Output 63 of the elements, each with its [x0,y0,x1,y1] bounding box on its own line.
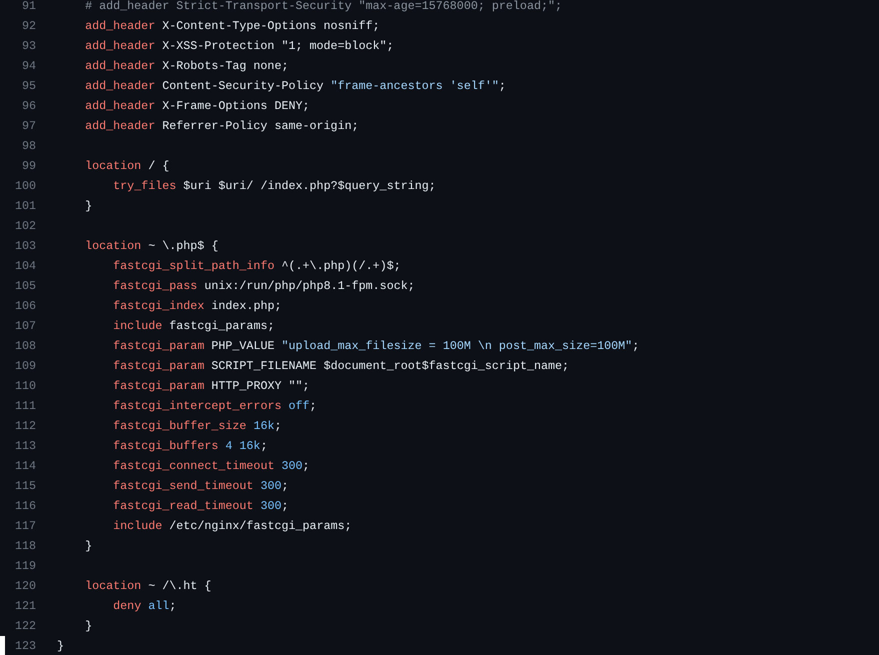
code-line: fastcgi_param HTTP_PROXY ""; [112,378,310,395]
code-line: location ~ /\.ht { [84,578,212,595]
line-number: 107 [14,318,36,335]
line-number: 103 [14,238,36,255]
line-number: 111 [14,398,36,415]
line-number: 117 [14,518,36,535]
line-number: 121 [14,598,36,615]
line-number: 96 [20,98,36,115]
line-number: 119 [14,558,36,575]
code-line: location ~ \.php$ { [84,238,218,255]
line-number: 94 [20,58,36,75]
code-line: fastcgi_split_path_info ^(.+\.php)(/.+)$; [112,258,401,275]
code-line: include fastcgi_params; [112,318,274,335]
code-line: fastcgi_param PHP_VALUE "upload_max_filesize = 100M \n post_max_size=100M"; [112,338,640,355]
line-number: 115 [14,478,36,495]
line-number: 112 [14,418,36,435]
line-number: 97 [20,118,36,135]
line-number: 92 [20,18,36,35]
code-line: fastcgi_buffer_size 16k; [112,418,282,435]
code-line: add_header X-Content-Type-Options nosniff; [84,18,380,35]
line-number: 100 [14,178,36,195]
line-number: 123 [14,638,36,655]
code-line: } [84,618,92,635]
line-number: 91 [20,0,36,15]
line-number: 93 [20,38,36,55]
code-line: deny all; [112,598,176,615]
code-line: add_header X-Frame-Options DENY; [84,98,310,115]
line-number: 101 [14,198,36,215]
line-number: 116 [14,498,36,515]
line-number: 104 [14,258,36,275]
code-line: # add_header Strict-Transport-Security "max-age=15768000; preload;"; [84,0,562,15]
line-number: 105 [14,278,36,295]
code-line: fastcgi_read_timeout 300; [112,498,289,515]
code-line: fastcgi_index index.php; [112,298,282,315]
code-line: fastcgi_param SCRIPT_FILENAME $document_root$fastcgi_script_name; [112,358,570,375]
code-line: location / { [84,158,170,175]
code-line: add_header Referrer-Policy same-origin; [84,118,359,135]
code-line: fastcgi_buffers 4 16k; [112,438,268,455]
code-line: } [84,198,92,215]
code-line: add_header X-Robots-Tag none; [84,58,288,75]
line-number: 95 [20,78,36,95]
line-number: 120 [14,578,36,595]
line-number: 118 [14,538,36,555]
code-line: fastcgi_connect_timeout 300; [112,458,310,475]
code-line: } [84,538,92,555]
line-number: 113 [14,438,36,455]
code-line: } [56,638,64,655]
line-number: 122 [14,618,36,635]
line-number: 108 [14,338,36,355]
code-line: fastcgi_intercept_errors off; [112,398,317,415]
code-line: fastcgi_pass unix:/run/php/php8.1-fpm.sock; [112,278,415,295]
code-line: include /etc/nginx/fastcgi_params; [112,518,352,535]
line-number: 110 [14,378,36,395]
code-line: fastcgi_send_timeout 300; [112,478,289,495]
code-line: add_header Content-Security-Policy "frame-ancestors 'self'"; [84,78,506,95]
code-line: try_files $uri $uri/ /index.php?$query_string; [112,178,436,195]
line-number: 99 [20,158,36,175]
line-number: 109 [14,358,36,375]
line-number: 102 [14,218,36,235]
line-number: 106 [14,298,36,315]
line-number: 114 [14,458,36,475]
code-line: add_header X-XSS-Protection "1; mode=block"; [84,38,394,55]
line-number: 98 [20,138,36,155]
